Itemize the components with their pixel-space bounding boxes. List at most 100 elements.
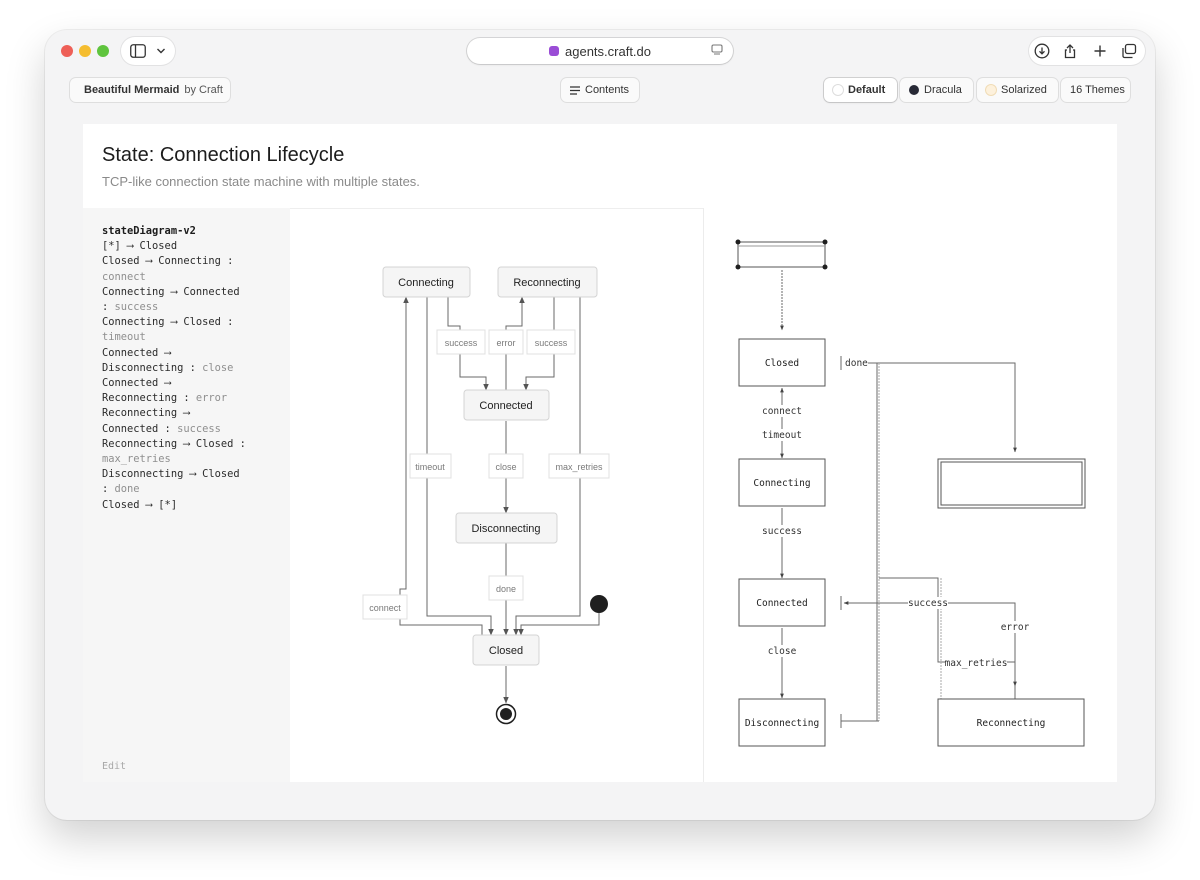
theme-swatch-icon [986, 85, 996, 95]
code-token: stateDiagram-v2 [102, 225, 196, 237]
brand-by-craft: by Craft [184, 84, 223, 96]
new-tab-icon[interactable] [1092, 43, 1108, 59]
edge-label-timeout: timeout [415, 462, 445, 472]
contents-button[interactable]: Contents [561, 78, 639, 102]
example-card: State: Connection Lifecycle TCP-like con… [83, 124, 1117, 782]
code-token: Connecting ⟶ Closed : [102, 316, 234, 329]
code-line: Reconnecting : error [102, 391, 288, 406]
ascii-label-done: done [845, 358, 868, 369]
browser-tools [1029, 37, 1145, 65]
code-line: Connected ⟶ [102, 376, 288, 391]
code-line: Closed ⟶ [*] [102, 498, 288, 513]
code-token: done [114, 483, 140, 496]
code-token: connect [102, 270, 146, 283]
code-token: success [114, 301, 159, 314]
code-token: Reconnecting : [102, 392, 196, 405]
edge-label-done: done [496, 584, 516, 594]
brand-name: Beautiful Mermaid [84, 84, 180, 96]
ascii-closed-label: Closed [765, 358, 799, 369]
code-token: Reconnecting ⟶ Closed : [102, 437, 246, 450]
minimize-window-button[interactable] [79, 45, 91, 57]
example-subtitle: TCP-like connection state machine with m… [102, 174, 420, 189]
code-line: Connecting ⟶ Closed : [102, 315, 288, 330]
edge-label-success: success [535, 338, 568, 348]
edge-label-success: success [445, 338, 478, 348]
theme-label: Dracula [924, 84, 962, 96]
theme-swatch-icon [909, 85, 919, 95]
code-token: Reconnecting ⟶ [102, 407, 190, 420]
list-icon [570, 85, 580, 95]
start-state-icon [590, 595, 608, 613]
code-token: Connecting ⟶ Connected [102, 285, 240, 298]
theme-default-button[interactable]: Default [824, 78, 897, 102]
code-line: connect [102, 270, 288, 285]
sidebar-toggle-button[interactable] [121, 37, 175, 65]
theme-swatch-icon [833, 85, 843, 95]
ascii-diagram-svg: Closed Connecting Connected Disconnectin… [735, 239, 1086, 747]
code-line: Reconnecting ⟶ Closed : [102, 437, 288, 452]
ascii-diagram: Closed Connecting Connected Disconnectin… [704, 208, 1117, 782]
code-token: Connected ⟶ [102, 377, 171, 390]
ascii-reconnecting-label: Reconnecting [977, 718, 1046, 729]
ascii-connected-label: Connected [756, 598, 807, 609]
code-token: max_retries [102, 453, 171, 466]
edit-link[interactable]: Edit [102, 761, 126, 772]
ascii-connecting-label: Connecting [753, 478, 810, 489]
code-token: timeout [102, 331, 146, 344]
reader-mode-icon[interactable] [711, 44, 723, 56]
tab-overview-icon[interactable] [1121, 43, 1137, 59]
ascii-end-state [937, 458, 1086, 509]
share-icon[interactable] [1062, 43, 1078, 59]
rendered-diagram: success error success timeout close max_… [290, 208, 703, 782]
zoom-window-button[interactable] [97, 45, 109, 57]
code-token: Connected : [102, 422, 178, 435]
more-themes-button[interactable]: 16 Themes [1061, 78, 1130, 102]
state-connected-label: Connected [479, 400, 532, 412]
code-line: : success [102, 300, 288, 315]
ascii-disconnecting-label: Disconnecting [745, 718, 819, 729]
ascii-label-max-retries: max_retries [945, 658, 1008, 669]
code-token: [*] ⟶ Closed [102, 240, 178, 253]
code-block: stateDiagram-v2 [*] ⟶ Closed Closed ⟶ Co… [102, 224, 288, 513]
code-token: error [195, 392, 228, 405]
address-bar[interactable]: agents.craft.do [467, 38, 733, 64]
code-token: : [102, 483, 115, 496]
more-themes-label: 16 Themes [1070, 84, 1125, 96]
code-line: Connected : success [102, 422, 288, 437]
state-connecting-label: Connecting [398, 277, 454, 289]
code-editor[interactable]: stateDiagram-v2 [*] ⟶ Closed Closed ⟶ Co… [83, 208, 290, 782]
edge-label-max-retries: max_retries [555, 462, 603, 472]
brand-logo-button[interactable]: Beautiful Mermaid by Craft [70, 78, 230, 102]
example-title: State: Connection Lifecycle [102, 144, 345, 166]
code-line: stateDiagram-v2 [102, 224, 288, 239]
theme-label: Default [848, 84, 886, 96]
theme-solarized-button[interactable]: Solarized [977, 78, 1058, 102]
download-icon[interactable] [1034, 43, 1050, 59]
ascii-label-error: error [1001, 622, 1030, 633]
code-token: Disconnecting : [102, 361, 203, 374]
code-token: Closed ⟶ Connecting : [102, 255, 234, 268]
code-token: Connected ⟶ [102, 346, 171, 359]
close-window-button[interactable] [61, 45, 73, 57]
code-token: close [202, 361, 234, 374]
code-line: Closed ⟶ Connecting : [102, 254, 288, 269]
ascii-label-timeout: timeout [762, 430, 802, 441]
state-reconnecting-label: Reconnecting [513, 277, 580, 289]
code-line: Disconnecting : close [102, 361, 288, 376]
theme-label: Solarized [1001, 84, 1047, 96]
state-diagram-svg: success error success timeout close max_… [362, 266, 610, 725]
url-text: agents.craft.do [565, 43, 651, 59]
state-closed-label: Closed [489, 645, 523, 657]
contents-label: Contents [585, 84, 630, 96]
chevron-down-icon[interactable] [156, 47, 166, 55]
code-line: max_retries [102, 452, 288, 467]
browser-window: agents.craft.do Beautiful Mermaid by Cra… [45, 30, 1155, 820]
state-disconnecting-label: Disconnecting [471, 523, 540, 535]
code-line: [*] ⟶ Closed [102, 239, 288, 254]
code-line: Reconnecting ⟶ [102, 406, 288, 421]
ascii-label-success-right: success [908, 598, 948, 609]
theme-dracula-button[interactable]: Dracula [900, 78, 973, 102]
code-token: : [102, 301, 115, 314]
code-token: success [177, 422, 221, 435]
ascii-label-success: success [762, 526, 802, 537]
